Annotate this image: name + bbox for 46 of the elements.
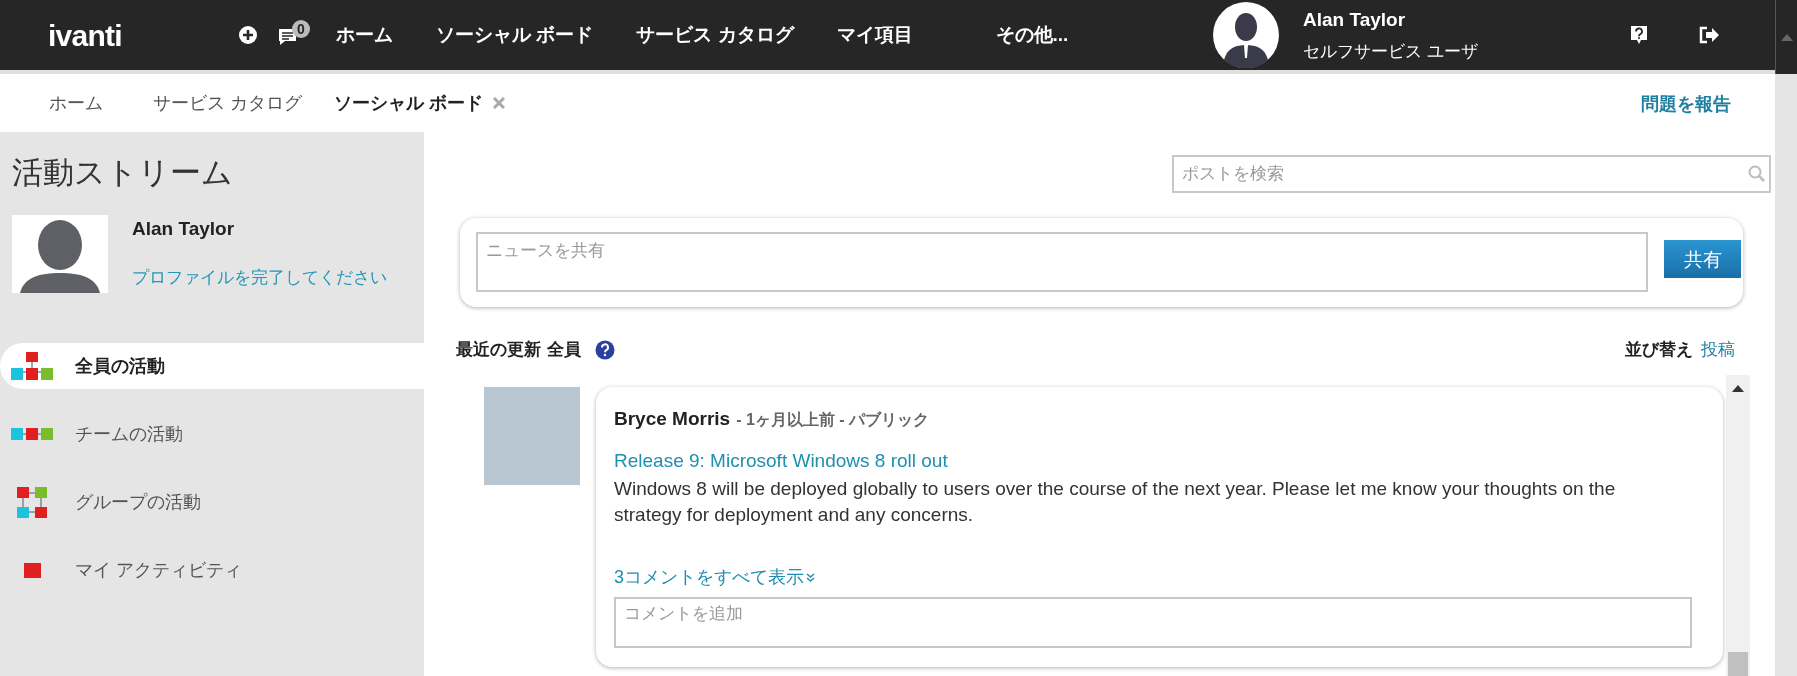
add-icon[interactable]: [238, 25, 258, 45]
network-icon: [11, 427, 53, 441]
message-count-badge: 0: [292, 20, 310, 38]
sidebar-item[interactable]: マイ アクティビティ: [0, 547, 424, 593]
profile-name: Alan Taylor: [132, 216, 236, 241]
feed-heading: 最近の更新 全員: [456, 338, 581, 361]
nav-link[interactable]: その他...: [995, 20, 1069, 50]
nav-link[interactable]: ホーム: [336, 20, 393, 50]
sidebar-title: 活動ストリーム: [11, 154, 234, 192]
tab[interactable]: ホーム: [0, 74, 137, 132]
nav-link[interactable]: ソーシャル ボード: [436, 20, 594, 50]
nav-link[interactable]: マイ項目: [836, 20, 913, 50]
tab[interactable]: サービス カタログ: [137, 74, 318, 132]
page-scrollbar[interactable]: [1775, 0, 1797, 676]
report-issue-link[interactable]: 問題を報告: [1641, 89, 1731, 117]
share-news-field[interactable]: ニュースを共有: [476, 232, 1648, 292]
sort-link[interactable]: 投稿: [1701, 337, 1735, 363]
double-chevron-icon[interactable]: [806, 572, 815, 582]
ivanti-logo[interactable]: ivanti: [48, 12, 198, 58]
post-body: Windows 8 will be deployed globally to users over the course of the next year. Please let me know your thoughts on the strategy for deployment and any concerns.: [614, 476, 1617, 527]
nav-link[interactable]: サービス カタログ: [636, 20, 794, 50]
user-name: Alan Taylor: [1303, 8, 1407, 32]
sidebar-item[interactable]: チームの活動: [0, 411, 424, 457]
help-icon[interactable]: [1630, 25, 1648, 45]
comment-field[interactable]: コメントを追加: [614, 596, 1692, 648]
user-role: セルフサービス ユーザ: [1303, 40, 1479, 63]
square-icon: [23, 562, 41, 578]
help-icon[interactable]: [594, 339, 615, 360]
user-avatar-icon[interactable]: [1213, 2, 1279, 68]
post-author: Bryce Morris: [614, 406, 731, 431]
post-title-link[interactable]: Release 9: Microsoft Windows 8 roll out: [614, 447, 1723, 476]
chat-icon[interactable]: [278, 27, 298, 47]
sort-label: 並び替え: [1625, 338, 1693, 361]
logout-icon[interactable]: [1698, 26, 1720, 44]
network-icon: [11, 351, 53, 381]
sidebar-item[interactable]: グループの活動: [0, 479, 424, 525]
search-field[interactable]: ポストを検索: [1172, 155, 1771, 193]
scrollbar-thumb[interactable]: [1728, 652, 1748, 676]
sidebar-item[interactable]: 全員の活動: [0, 343, 424, 389]
network-icon: [17, 486, 47, 518]
post-meta: - 1ヶ月以上前 - パブリック: [736, 409, 930, 430]
share-button[interactable]: 共有: [1664, 240, 1741, 278]
scroll-up-icon[interactable]: [1732, 384, 1744, 392]
show-comments-link[interactable]: 3コメントをすべて表示: [614, 563, 815, 591]
profile-silhouette-icon: [12, 214, 108, 293]
feed-scrollbar[interactable]: [1726, 374, 1750, 676]
